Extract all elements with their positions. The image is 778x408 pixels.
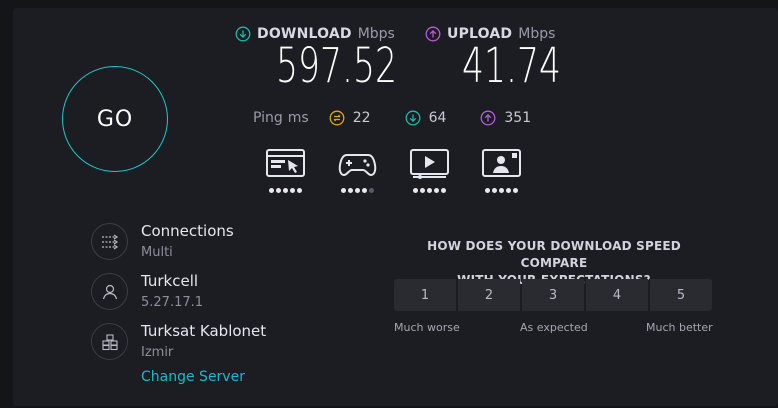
rating-dot	[348, 188, 353, 193]
survey-option-1[interactable]: 1	[394, 279, 456, 311]
isp-info: Turkcell 5.27.17.1	[91, 272, 204, 312]
go-label: GO	[96, 106, 134, 132]
connections-title: Connections	[141, 222, 234, 240]
rating-dot	[283, 188, 288, 193]
rating-dot	[506, 188, 511, 193]
connections-icon	[91, 223, 128, 260]
category-web-browsing[interactable]	[266, 149, 305, 193]
upload-speed-value: 41.74	[462, 38, 561, 94]
rating-dot	[269, 188, 274, 193]
change-server-link[interactable]: Change Server	[141, 369, 266, 385]
go-button[interactable]: GO	[62, 66, 168, 172]
ping-label: Ping	[253, 110, 283, 126]
category-gaming[interactable]	[338, 149, 377, 193]
survey-high-label: Much better	[646, 321, 713, 334]
rating-dot	[290, 188, 295, 193]
web-browsing-rating	[269, 188, 302, 193]
usage-categories	[266, 149, 521, 193]
rating-dot	[434, 188, 439, 193]
rating-dot	[341, 188, 346, 193]
rating-dot	[297, 188, 302, 193]
connections-info: Connections Multi	[91, 222, 234, 262]
gaming-icon	[338, 149, 377, 183]
rating-dot	[420, 188, 425, 193]
survey-option-5[interactable]: 5	[650, 279, 712, 311]
ping-download-icon	[405, 110, 421, 126]
isp-name: Turkcell	[141, 272, 199, 290]
video-chat-rating	[485, 188, 518, 193]
rating-dot	[362, 188, 367, 193]
web-browsing-icon	[266, 149, 305, 183]
survey-low-label: Much worse	[394, 321, 460, 334]
survey-scale: 1 2 3 4 5	[394, 279, 712, 311]
ping-upload-icon	[480, 110, 496, 126]
rating-dot	[441, 188, 446, 193]
video-streaming-icon	[410, 149, 449, 183]
server-location: Izmir	[141, 345, 174, 360]
rating-dot	[276, 188, 281, 193]
download-speed-value: 597.52	[276, 38, 397, 94]
user-icon	[91, 273, 128, 310]
ping-idle-value: 22	[352, 110, 371, 126]
rating-dot	[499, 188, 504, 193]
ping-download-value: 64	[428, 110, 447, 126]
gaming-rating	[341, 188, 374, 193]
upload-arrow-icon	[425, 26, 441, 42]
video-chat-icon	[482, 149, 521, 183]
ping-unit: ms	[287, 110, 309, 126]
rating-dot	[485, 188, 490, 193]
ping-idle-icon	[329, 110, 345, 126]
server-info: Turksat Kablonet Izmir Change Server	[91, 322, 267, 385]
server-icon	[91, 323, 128, 360]
ping-upload: 351	[480, 110, 531, 126]
rating-dot	[355, 188, 360, 193]
connections-value[interactable]: Multi	[141, 244, 234, 262]
rating-dot	[492, 188, 497, 193]
server-name: Turksat Kablonet	[141, 322, 267, 340]
video-streaming-rating	[413, 188, 446, 193]
ping-row: Ping ms 22 64 351	[253, 108, 531, 128]
ping-download: 64	[405, 110, 447, 126]
rating-dot	[427, 188, 432, 193]
ping-idle: 22	[329, 110, 371, 126]
rating-dot	[513, 188, 518, 193]
survey-mid-label: As expected	[520, 321, 588, 334]
rating-dot	[369, 188, 374, 193]
download-arrow-icon	[235, 26, 251, 42]
survey-question-line1: HOW DOES YOUR DOWNLOAD SPEED COMPARE	[427, 239, 681, 270]
survey-option-2[interactable]: 2	[458, 279, 520, 311]
rating-dot	[413, 188, 418, 193]
survey-option-3[interactable]: 3	[522, 279, 584, 311]
isp-ip: 5.27.17.1	[141, 295, 204, 310]
survey-option-4[interactable]: 4	[586, 279, 648, 311]
category-video-chat[interactable]	[482, 149, 521, 193]
ping-upload-value: 351	[504, 110, 532, 126]
category-video-streaming[interactable]	[410, 149, 449, 193]
